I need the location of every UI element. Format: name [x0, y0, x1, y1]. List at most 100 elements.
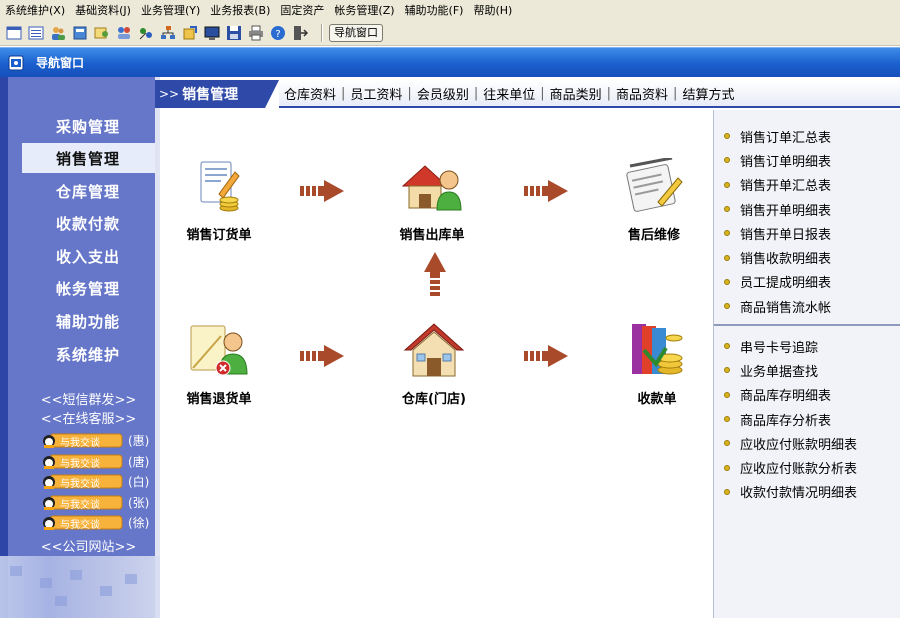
qq-chat-button[interactable]: 与我交谈 [40, 454, 132, 470]
menu-aux[interactable]: 辅助功能(F) [400, 2, 469, 18]
link-product-data[interactable]: 商品资料 [611, 84, 673, 103]
exit-icon[interactable] [292, 25, 308, 41]
link-warehouse-data[interactable]: 仓库资料 [279, 84, 341, 103]
qq-contact-1[interactable]: 与我交谈 (惠) [43, 431, 149, 449]
arrow-right-icon [300, 180, 344, 202]
svg-text:?: ? [275, 29, 280, 40]
quick-links: 仓库资料 | 员工资料 | 会员级别 | 往来单位 | 商品类别 | 商品资料 … [279, 80, 900, 108]
report-link[interactable]: 串号卡号追踪 [724, 334, 857, 358]
transfer-icon[interactable] [138, 25, 154, 41]
report-link[interactable]: 销售开单汇总表 [724, 173, 831, 197]
qq-chat-button[interactable]: 与我交谈 [40, 495, 132, 511]
bullet-icon [724, 303, 730, 310]
people-icon[interactable] [50, 25, 66, 41]
report-link[interactable]: 应收应付账款分析表 [724, 455, 857, 479]
menu-reports[interactable]: 业务报表(B) [205, 2, 275, 18]
bullet-icon [724, 230, 730, 237]
after-sales-label: 售后维修 [627, 228, 680, 243]
breadcrumb-prefix: >> [159, 87, 180, 101]
report-link[interactable]: 应收应付账款明细表 [724, 431, 857, 455]
sales-outbound-label: 销售出库单 [399, 228, 465, 243]
menu-accounts[interactable]: 帐务管理(Z) [329, 2, 399, 18]
qq-contact-2[interactable]: 与我交谈 (唐) [43, 452, 149, 470]
bullet-icon [724, 464, 730, 471]
bullet-icon [724, 416, 730, 423]
print-icon[interactable] [248, 25, 264, 41]
bullet-icon [724, 440, 730, 447]
bullet-icon [724, 157, 730, 164]
report-link[interactable]: 商品库存分析表 [724, 407, 857, 431]
qq-chat-button[interactable]: 与我交谈 [40, 433, 132, 449]
report-link[interactable]: 商品销售流水帐 [724, 294, 831, 318]
sms-link[interactable]: <<短信群发>> [22, 389, 155, 408]
sidebar-item-system[interactable]: 系统维护 [22, 339, 155, 369]
menu-base-data[interactable]: 基础资料(J) [70, 2, 136, 18]
report-link[interactable]: 销售订单明细表 [724, 148, 831, 172]
list-icon[interactable] [28, 25, 44, 41]
export-icon[interactable] [182, 25, 198, 41]
sidebar-item-accounts[interactable]: 帐务管理 [22, 273, 155, 303]
users-icon[interactable] [94, 25, 110, 41]
menu-fixed-assets[interactable]: 固定资产 [275, 2, 329, 18]
bullet-icon [724, 367, 730, 374]
qq-contact-4[interactable]: 与我交谈 (张) [43, 493, 149, 511]
report-link[interactable]: 销售开单明细表 [724, 197, 831, 221]
nav-window-button[interactable]: 导航窗口 [329, 23, 383, 42]
report-link[interactable]: 员工提成明细表 [724, 270, 831, 294]
after-sales-node[interactable]: 售后维修 [599, 158, 709, 243]
sidebar-item-receipts-payments[interactable]: 收款付款 [22, 208, 155, 238]
sidebar-item-warehouse[interactable]: 仓库管理 [22, 176, 155, 206]
nav-window-icon [8, 55, 24, 71]
sales-report-list: 销售订单汇总表 销售订单明细表 销售开单汇总表 销售开单明细表 销售开单日报表 … [724, 124, 831, 318]
arrow-right-icon [524, 180, 568, 202]
sidebar-item-purchase[interactable]: 采购管理 [22, 111, 155, 141]
warehouse-node[interactable]: 仓库(门店) [379, 320, 489, 407]
title-text: 导航窗口 [36, 56, 85, 70]
link-partners[interactable]: 往来单位 [478, 84, 540, 103]
clients-icon[interactable] [116, 25, 132, 41]
save-icon[interactable] [226, 25, 242, 41]
report-link[interactable]: 商品库存明细表 [724, 383, 857, 407]
book-icon[interactable] [72, 25, 88, 41]
title-bar: 导航窗口 [0, 47, 900, 77]
bullet-icon [724, 391, 730, 398]
report-link[interactable]: 收款付款情况明细表 [724, 480, 857, 504]
report-link[interactable]: 销售收款明细表 [724, 245, 831, 269]
link-staff-data[interactable]: 员工资料 [345, 84, 407, 103]
qq-contact-5[interactable]: 与我交谈 (徐) [43, 513, 149, 531]
qq-contact-3[interactable]: 与我交谈 (白) [43, 472, 149, 490]
link-member-level[interactable]: 会员级别 [412, 84, 474, 103]
sales-order-node[interactable]: 销售订货单 [164, 158, 274, 243]
help-icon[interactable]: ? [270, 25, 286, 41]
sales-return-icon [190, 325, 248, 376]
tab-slant-decoration [265, 80, 279, 108]
company-website-link[interactable]: <<公司网站>> [22, 536, 155, 555]
qq-chat-button[interactable]: 与我交谈 [40, 474, 132, 490]
sidebar-item-income-expense[interactable]: 收入支出 [22, 241, 155, 271]
report-link[interactable]: 业务单据查找 [724, 358, 857, 382]
monitor-icon[interactable] [204, 25, 220, 41]
sales-outbound-node[interactable]: 销售出库单 [377, 158, 487, 243]
report-link[interactable]: 销售开单日报表 [724, 221, 831, 245]
sales-return-node[interactable]: 销售退货单 [164, 322, 274, 407]
window-icon[interactable] [6, 25, 22, 41]
menu-bar: 系统维护(X) 基础资料(J) 业务管理(Y) 业务报表(B) 固定资产 帐务管… [0, 0, 900, 20]
link-settlement-method[interactable]: 结算方式 [677, 84, 739, 103]
hierarchy-icon[interactable] [160, 25, 176, 41]
menu-system[interactable]: 系统维护(X) [0, 2, 70, 18]
sales-order-icon [200, 161, 240, 212]
inventory-report-list: 串号卡号追踪 业务单据查找 商品库存明细表 商品库存分析表 应收应付账款明细表 … [724, 334, 857, 504]
menu-business[interactable]: 业务管理(Y) [136, 2, 205, 18]
sidebar: 采购管理 销售管理 仓库管理 收款付款 收入支出 帐务管理 辅助功能 系统维护 … [0, 77, 160, 618]
bullet-icon [724, 343, 730, 350]
sidebar-item-sales[interactable]: 销售管理 [22, 143, 155, 173]
menu-help[interactable]: 帮助(H) [468, 2, 517, 18]
receipt-node[interactable]: 收款单 [602, 320, 712, 407]
qq-chat-button[interactable]: 与我交谈 [40, 515, 132, 531]
link-product-category[interactable]: 商品类别 [545, 84, 607, 103]
after-sales-icon [626, 158, 683, 212]
report-link[interactable]: 销售订单汇总表 [724, 124, 831, 148]
online-service-link[interactable]: <<在线客服>> [22, 408, 155, 427]
sidebar-item-aux[interactable]: 辅助功能 [22, 306, 155, 336]
bullet-icon [724, 206, 730, 213]
